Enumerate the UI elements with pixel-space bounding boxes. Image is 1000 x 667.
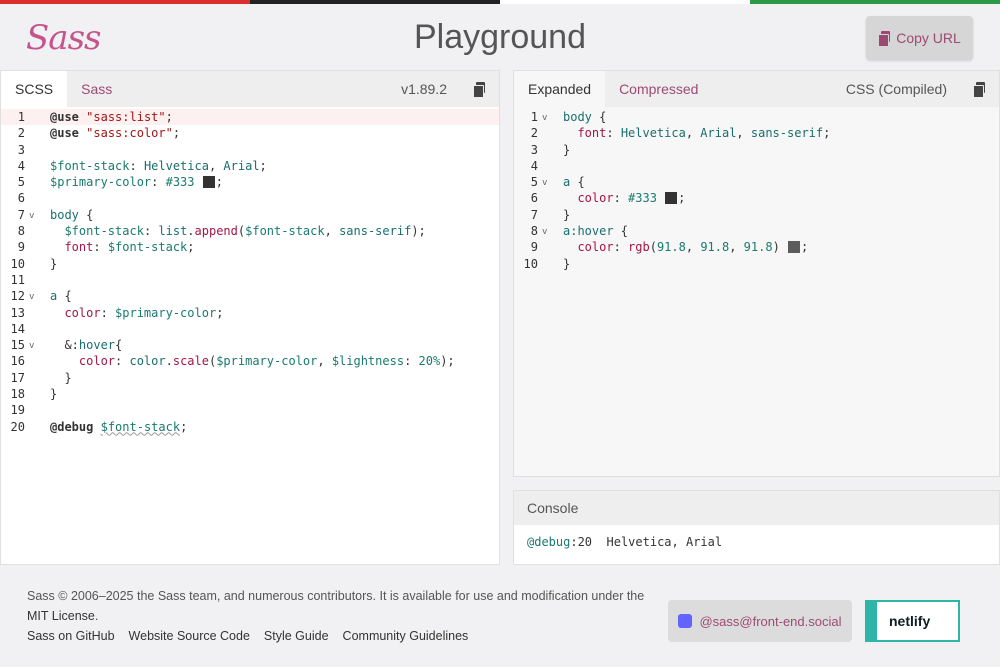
mit-license-link[interactable]: MIT License	[27, 609, 95, 623]
code-line: 17 }	[10, 370, 72, 385]
code-line: 4 $font-stack: Helvetica, Arial;	[17, 158, 267, 173]
style-guide-link[interactable]: Style Guide	[264, 629, 329, 643]
output-panel: Expanded Compressed CSS (Compiled) 1 v bod…	[513, 70, 1000, 477]
code-line: 2 @use "sass:color";	[17, 126, 181, 141]
fold-icon[interactable]: v	[542, 175, 547, 191]
fold-icon[interactable]: v	[29, 338, 34, 354]
console-output: @debug:20 Helvetica, Arial	[514, 525, 999, 559]
website-source-link[interactable]: Website Source Code	[129, 629, 250, 643]
console-title: Console	[514, 491, 999, 525]
code-line: 8 v a:hover {	[514, 223, 999, 239]
css-compiled-label: CSS (Compiled)	[845, 81, 947, 97]
css-output: 1 v body { 2 font: Helvetica, Arial, sans-…	[514, 107, 999, 272]
mastodon-button[interactable]: @sass@front-end.social	[668, 600, 852, 642]
code-line: 2 font: Helvetica, Arial, sans-serif;	[530, 126, 831, 141]
code-line: 5va {	[514, 174, 999, 190]
code-line: 6	[17, 191, 25, 206]
code-line: 9 font: $font-stack;	[17, 240, 195, 255]
code-line: 20 @debug $font-stack;	[10, 419, 188, 434]
code-line: 4	[530, 158, 538, 173]
code-line: 7}	[530, 207, 571, 222]
code-line: 10}	[523, 256, 571, 271]
console-debug-label: @debug	[527, 535, 571, 549]
fold-icon[interactable]: v	[542, 110, 547, 126]
header: Sass Playground Copy URL	[0, 4, 1000, 70]
code-line: 3}	[530, 142, 571, 157]
footer-copyright: Sass © 2006–2025 the Sass team, and nume…	[27, 589, 645, 623]
console-message: Helvetica, Arial	[606, 535, 723, 549]
scss-editor[interactable]: 1 @use "sass:list"; 2 @use "sass:color"; 3…	[1, 107, 499, 435]
tab-scss[interactable]: SCSS	[1, 71, 68, 107]
code-line: 16 color: color.scale($primary-color, $l…	[10, 354, 455, 369]
footer-links: Sass on GitHub Website Source Code Style…	[27, 629, 468, 643]
code-line: 7 v body {	[1, 207, 499, 223]
code-line: 3	[17, 142, 25, 157]
mastodon-handle: @sass@front-end.social	[699, 613, 842, 629]
code-line: 9 color: rgb(91.8, 91.8, 91.8) ;	[530, 240, 809, 255]
copy-output-button[interactable]	[973, 82, 985, 101]
code-line: 15 v &:hover{	[1, 337, 499, 353]
code-line: 18}	[10, 387, 58, 402]
code-line: 14	[10, 321, 25, 336]
mastodon-icon	[678, 614, 693, 628]
copy-icon	[473, 82, 485, 98]
copy-url-button[interactable]: Copy URL	[866, 16, 973, 60]
input-editor-panel: SCSS Sass v1.89.2 1 @use "sass:list"; 2 @u…	[0, 70, 500, 565]
input-tabbar: SCSS Sass v1.89.2	[1, 71, 499, 107]
sass-github-link[interactable]: Sass on GitHub	[27, 629, 115, 643]
color-swatch	[788, 241, 801, 254]
code-line: 8 $font-stack: list.append($font-stack, …	[17, 224, 426, 239]
output-tabbar: Expanded Compressed CSS (Compiled)	[514, 71, 999, 107]
color-swatch	[202, 176, 215, 189]
copy-icon	[973, 82, 985, 98]
tab-sass[interactable]: Sass	[67, 71, 126, 107]
tab-expanded[interactable]: Expanded	[514, 71, 606, 107]
community-guidelines-link[interactable]: Community Guidelines	[343, 629, 469, 643]
footer: Sass © 2006–2025 the Sass team, and nume…	[0, 566, 1000, 667]
color-swatch	[665, 192, 678, 205]
code-line: 12 v a {	[1, 288, 499, 304]
code-line: 6 color: #333 ;	[530, 191, 686, 206]
netlify-badge-side	[867, 602, 877, 640]
console-debug-line: :20	[570, 535, 593, 549]
fold-icon[interactable]: v	[542, 224, 547, 240]
sass-version: v1.89.2	[401, 81, 447, 97]
page-title: Playground	[413, 18, 586, 56]
netlify-badge[interactable]: netlify	[865, 600, 960, 642]
code-line: 1 @use "sass:list";	[1, 109, 499, 126]
code-line: 13 color: $primary-color;	[10, 305, 224, 320]
copy-url-label: Copy URL	[896, 30, 961, 46]
code-line: 19	[10, 403, 25, 418]
code-line: 1 v body {	[514, 109, 999, 125]
console-panel: Console @debug:20 Helvetica, Arial	[513, 490, 1000, 565]
tab-compressed[interactable]: Compressed	[605, 71, 712, 107]
netlify-wordmark: netlify	[889, 613, 931, 629]
fold-icon[interactable]: v	[29, 289, 34, 305]
copy-input-button[interactable]	[473, 82, 485, 101]
code-line: 11	[10, 272, 25, 287]
code-line: 10}	[10, 256, 58, 271]
code-line: 5 $primary-color: #333 ;	[17, 175, 223, 190]
fold-icon[interactable]: v	[29, 208, 34, 224]
copy-icon	[878, 31, 891, 47]
